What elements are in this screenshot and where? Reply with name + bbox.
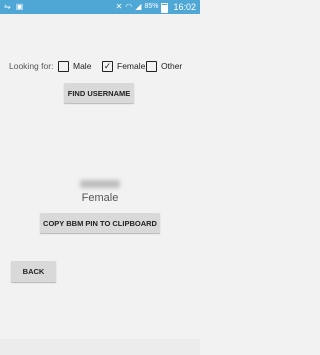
- battery-icon: [161, 3, 169, 13]
- notification-icon: ▣: [15, 2, 24, 11]
- status-right-icons: ✕ ◠ ◢ 85% 16:02: [116, 0, 196, 14]
- looking-for-label: Looking for:: [9, 61, 54, 71]
- battery-percentage: 85%: [144, 3, 159, 10]
- gender-filter-row: Looking for: Male ✓ Female Other: [0, 58, 200, 74]
- female-checkbox[interactable]: ✓: [102, 60, 113, 72]
- status-bar: ⇋ ▣ ✕ ◠ ◢ 85% 16:02: [0, 0, 200, 14]
- status-clock: 16:02: [173, 2, 196, 12]
- signal-icon: ◢: [135, 2, 142, 11]
- copy-bbm-pin-button[interactable]: COPY BBM PIN TO CLIPBOARD: [40, 213, 160, 233]
- male-label: Male: [73, 61, 92, 71]
- male-checkbox[interactable]: [58, 60, 69, 72]
- option-female[interactable]: ✓ Female: [102, 58, 145, 74]
- other-label: Other: [161, 61, 183, 71]
- status-left-icons: ⇋ ▣: [4, 0, 23, 14]
- mute-icon: ✕: [115, 2, 123, 11]
- usb-debug-icon: ⇋: [4, 2, 11, 11]
- option-male[interactable]: Male: [58, 58, 91, 74]
- bbm-pin-redacted: [80, 180, 120, 188]
- female-label: Female: [117, 61, 146, 71]
- navigation-bar: [0, 339, 200, 355]
- back-button[interactable]: BACK: [11, 261, 56, 282]
- find-username-button[interactable]: FIND USERNAME: [64, 83, 134, 103]
- other-checkbox[interactable]: [146, 60, 157, 72]
- option-other[interactable]: Other: [146, 58, 182, 74]
- checkmark-icon: ✓: [103, 60, 112, 71]
- wifi-icon: ◠: [125, 2, 133, 11]
- result-gender: Female: [81, 192, 119, 204]
